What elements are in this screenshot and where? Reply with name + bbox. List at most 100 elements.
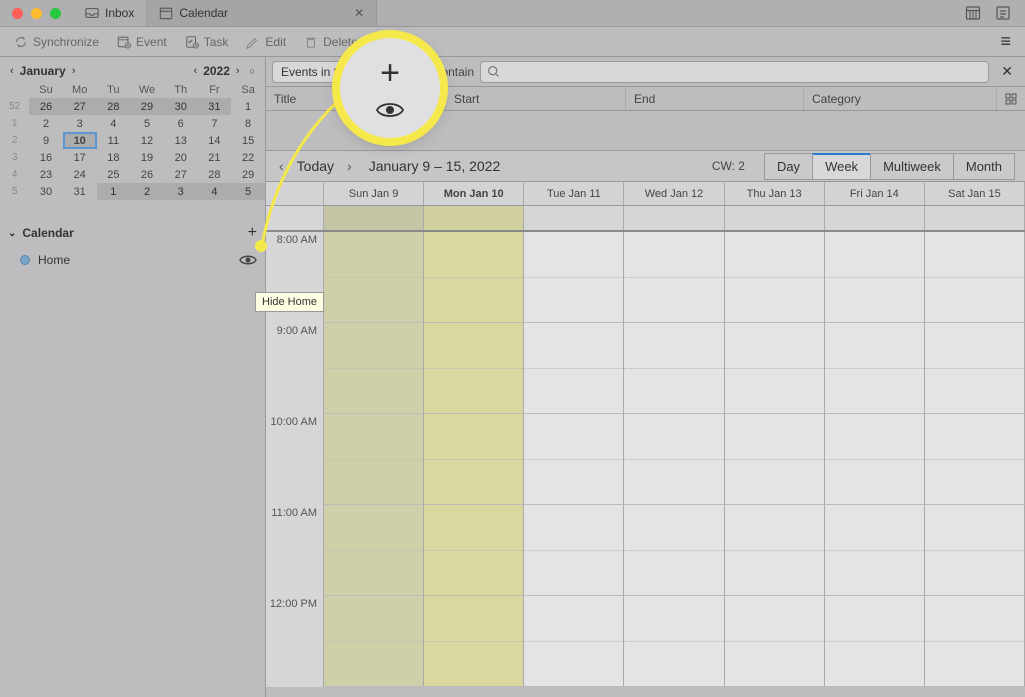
- time-slot[interactable]: [524, 505, 624, 596]
- col-end[interactable]: End: [626, 87, 804, 110]
- day-header[interactable]: Sat Jan 15: [925, 182, 1025, 205]
- time-slot[interactable]: [925, 505, 1025, 596]
- next-year-button[interactable]: ›: [232, 63, 244, 79]
- mini-day-cell[interactable]: 3: [164, 183, 198, 200]
- allday-cell[interactable]: [624, 206, 724, 230]
- day-header[interactable]: Wed Jan 12: [624, 182, 724, 205]
- time-slot[interactable]: [725, 414, 825, 505]
- mini-day-cell[interactable]: 29: [231, 166, 265, 183]
- mini-day-cell[interactable]: 19: [130, 149, 164, 166]
- mini-day-cell[interactable]: 27: [63, 98, 97, 115]
- mini-day-cell[interactable]: 28: [97, 98, 131, 115]
- view-month-button[interactable]: Month: [953, 153, 1015, 180]
- mini-day-cell[interactable]: 13: [164, 132, 198, 149]
- mini-day-cell[interactable]: 9: [29, 132, 63, 149]
- day-header[interactable]: Tue Jan 11: [524, 182, 624, 205]
- mini-day-cell[interactable]: 16: [29, 149, 63, 166]
- mini-day-cell[interactable]: 10: [63, 132, 97, 149]
- mini-day-cell[interactable]: 8: [231, 115, 265, 132]
- time-slot[interactable]: [424, 323, 524, 414]
- time-slot[interactable]: [524, 596, 624, 687]
- time-slot[interactable]: [624, 505, 724, 596]
- calendar-quickview-icon[interactable]: [965, 5, 981, 21]
- task-quickview-icon[interactable]: [995, 5, 1011, 21]
- time-slot[interactable]: [424, 505, 524, 596]
- mini-day-cell[interactable]: 29: [130, 98, 164, 115]
- time-slot[interactable]: [324, 232, 424, 323]
- mini-day-cell[interactable]: 24: [63, 166, 97, 183]
- allday-cell[interactable]: [524, 206, 624, 230]
- time-slot[interactable]: [324, 414, 424, 505]
- allday-cell[interactable]: [424, 206, 524, 230]
- time-slot[interactable]: [725, 596, 825, 687]
- time-slot[interactable]: [524, 323, 624, 414]
- mini-day-cell[interactable]: 27: [164, 166, 198, 183]
- allday-cell[interactable]: [324, 206, 424, 230]
- mini-day-cell[interactable]: 11: [97, 132, 131, 149]
- mini-today-button[interactable]: ○: [246, 64, 259, 78]
- calendar-item-home[interactable]: Home: [0, 248, 265, 272]
- mini-day-cell[interactable]: 15: [231, 132, 265, 149]
- maximize-window-button[interactable]: [50, 8, 61, 19]
- time-slot[interactable]: [624, 323, 724, 414]
- mini-day-cell[interactable]: 4: [97, 115, 131, 132]
- time-slot[interactable]: [624, 596, 724, 687]
- view-multiweek-button[interactable]: Multiweek: [870, 153, 954, 180]
- mini-day-cell[interactable]: 28: [198, 166, 232, 183]
- new-event-button[interactable]: Event: [109, 31, 175, 53]
- mini-day-cell[interactable]: 1: [231, 98, 265, 115]
- calendar-section-header[interactable]: ⌄ Calendar +: [0, 218, 265, 248]
- mini-day-cell[interactable]: 12: [130, 132, 164, 149]
- view-week-button[interactable]: Week: [812, 153, 871, 180]
- time-slot[interactable]: [925, 596, 1025, 687]
- column-options-icon[interactable]: [997, 87, 1025, 110]
- time-slot[interactable]: [725, 323, 825, 414]
- close-window-button[interactable]: [12, 8, 23, 19]
- day-header[interactable]: Thu Jan 13: [725, 182, 825, 205]
- time-slot[interactable]: [825, 323, 925, 414]
- mini-day-cell[interactable]: 18: [97, 149, 131, 166]
- edit-button[interactable]: Edit: [238, 31, 294, 53]
- mini-day-cell[interactable]: 6: [164, 115, 198, 132]
- day-header[interactable]: Mon Jan 10: [424, 182, 524, 205]
- time-slot[interactable]: [725, 505, 825, 596]
- mini-day-cell[interactable]: 20: [164, 149, 198, 166]
- mini-day-cell[interactable]: 31: [198, 98, 232, 115]
- prev-month-button[interactable]: ‹: [6, 63, 18, 79]
- next-week-button[interactable]: ›: [344, 158, 355, 174]
- mini-day-cell[interactable]: 4: [198, 183, 232, 200]
- time-slot[interactable]: [825, 232, 925, 323]
- time-slot[interactable]: [725, 232, 825, 323]
- mini-day-cell[interactable]: 31: [63, 183, 97, 200]
- new-task-button[interactable]: Task: [177, 31, 237, 53]
- next-month-button[interactable]: ›: [68, 63, 80, 79]
- tab-inbox[interactable]: Inbox: [73, 0, 147, 26]
- view-day-button[interactable]: Day: [764, 153, 813, 180]
- close-tab-icon[interactable]: ✕: [354, 6, 364, 20]
- mini-day-cell[interactable]: 17: [63, 149, 97, 166]
- search-input[interactable]: [480, 61, 989, 83]
- minimize-window-button[interactable]: [31, 8, 42, 19]
- mini-day-cell[interactable]: 7: [198, 115, 232, 132]
- time-slot[interactable]: [424, 596, 524, 687]
- today-button[interactable]: Today: [297, 158, 334, 174]
- mini-day-cell[interactable]: 5: [130, 115, 164, 132]
- col-category[interactable]: Category: [804, 87, 997, 110]
- time-slot[interactable]: [424, 232, 524, 323]
- mini-day-cell[interactable]: 26: [29, 98, 63, 115]
- time-slot[interactable]: [925, 414, 1025, 505]
- col-start[interactable]: Start: [446, 87, 626, 110]
- allday-cell[interactable]: [825, 206, 925, 230]
- prev-year-button[interactable]: ‹: [190, 63, 202, 79]
- mini-day-cell[interactable]: 30: [164, 98, 198, 115]
- mini-day-cell[interactable]: 2: [29, 115, 63, 132]
- hamburger-menu-icon[interactable]: ≡: [992, 31, 1019, 52]
- time-slot[interactable]: [925, 323, 1025, 414]
- time-slot[interactable]: [324, 505, 424, 596]
- time-slot[interactable]: [825, 596, 925, 687]
- time-slot[interactable]: [324, 596, 424, 687]
- mini-day-cell[interactable]: 30: [29, 183, 63, 200]
- time-slot[interactable]: [825, 505, 925, 596]
- mini-day-cell[interactable]: 25: [97, 166, 131, 183]
- time-slot[interactable]: [825, 414, 925, 505]
